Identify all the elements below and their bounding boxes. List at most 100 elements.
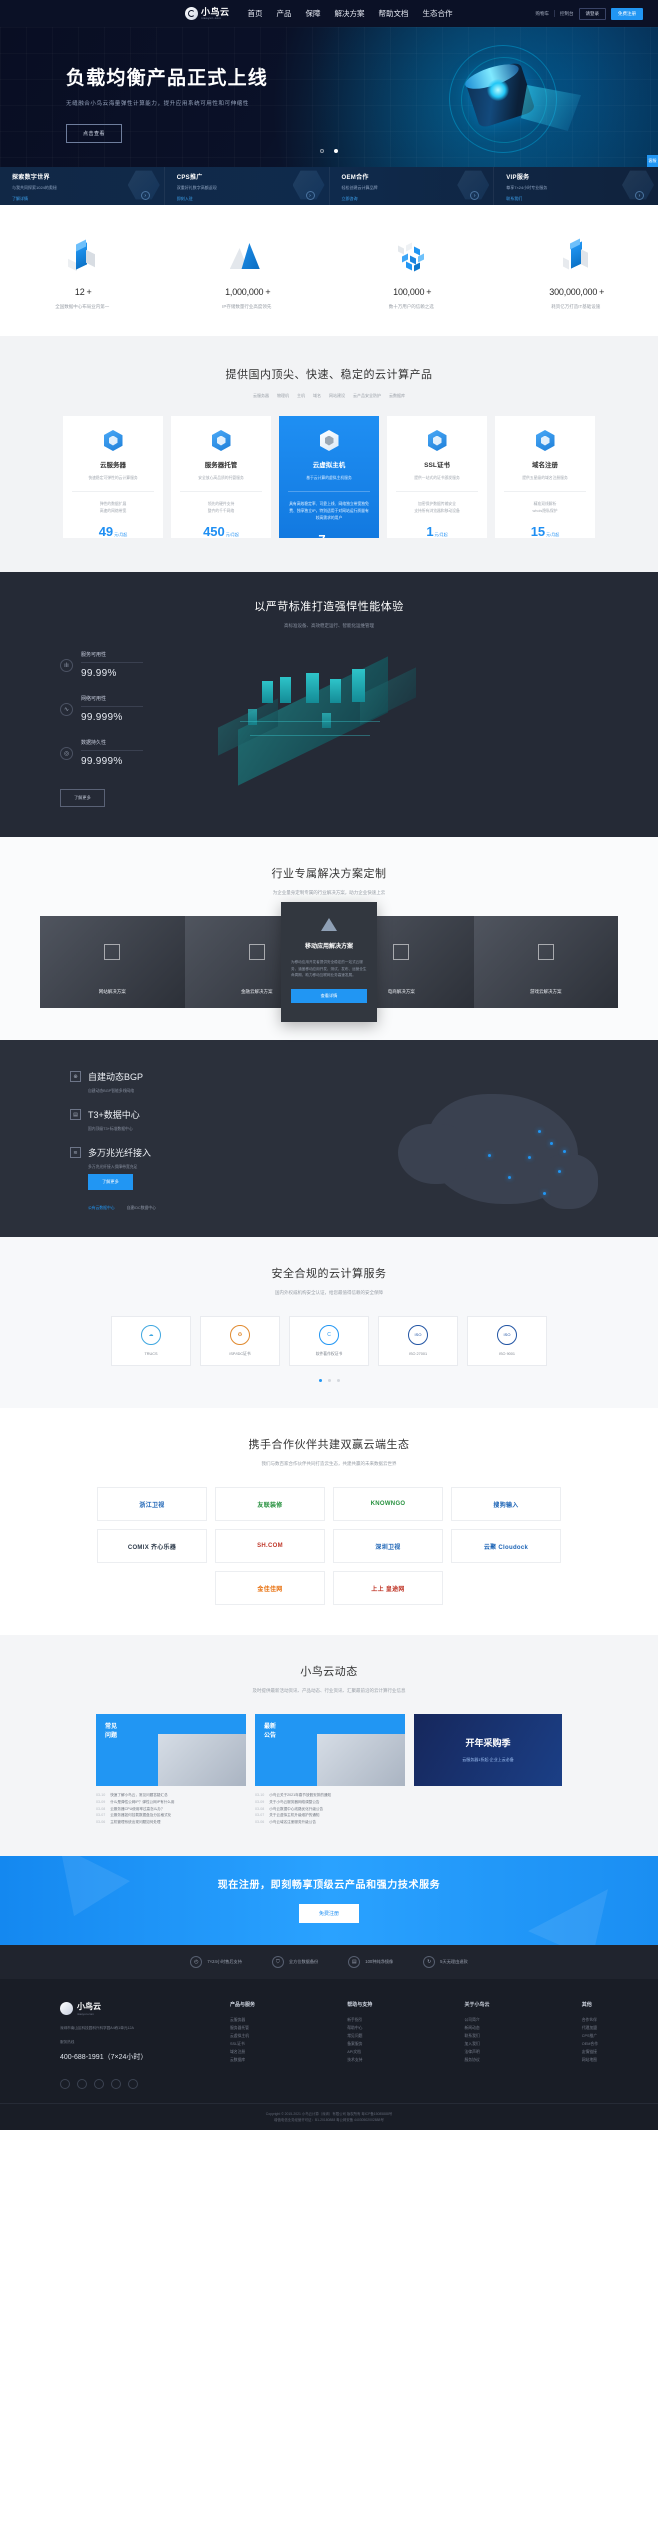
product-card-virtual-host[interactable]: 云虚拟主机 基于云计算的虚拟主机服务 具有高效稳定率、可靠上线、网络独立带宽独免… (279, 416, 379, 538)
filter-item[interactable]: 域名 (313, 393, 321, 399)
nav-item-home[interactable]: 首页 (248, 8, 263, 19)
news-list-item[interactable]: 03-07 关于云虚拟主机升级维护的通知 (255, 1812, 405, 1819)
network-tab-public[interactable]: 公有云数据中心 (88, 1206, 115, 1211)
footer-link[interactable]: 服务器托管 (230, 2025, 255, 2033)
register-button[interactable]: 免费注册 (611, 7, 643, 20)
news-list-item[interactable]: 03-07 云服务器如何挂载数据盘及分区格式化 (96, 1812, 246, 1819)
network-tab-idc[interactable]: 自建IDC数据中心 (127, 1206, 156, 1211)
cert-item[interactable]: ISO ISO 27001 (378, 1316, 458, 1366)
partner-logo[interactable]: 搜狗输入 (451, 1487, 561, 1521)
footer-link[interactable]: 新手指引 (347, 2017, 372, 2025)
site-logo[interactable]: 小鸟云 niaoyun.com (185, 7, 230, 20)
filter-item[interactable]: 云数据库 (389, 393, 405, 399)
footer-link[interactable]: 云服务器 (230, 2017, 255, 2025)
cta-register-button[interactable]: 免费注册 (298, 1904, 359, 1924)
cert-item[interactable]: ✪ ISP/IDC证书 (200, 1316, 280, 1366)
chevron-right-icon[interactable]: › (140, 191, 150, 200)
product-card-cloud-server[interactable]: 云服务器 快速稳定可弹性的云计算服务 弹性的数据扩展 高速的网络带宽 49元/月… (63, 416, 163, 538)
promo-card[interactable]: VIP服务 尊享7×24小时专业服务 联系我们 › (494, 167, 658, 205)
nav-item-products[interactable]: 产品 (277, 8, 292, 19)
solution-tile-website[interactable]: 网站解决方案 (40, 916, 185, 1008)
news-list-item[interactable]: 03-10 小鸟云关于2021年春节放假安排的通知 (255, 1792, 405, 1799)
cert-dot-1[interactable] (318, 1379, 322, 1382)
footer-link[interactable]: 代理加盟 (582, 2025, 598, 2033)
footer-link[interactable]: 网站地图 (582, 2057, 598, 2065)
promo-card[interactable]: CPS推广 双重好礼数字高额返现 即刻入驻 › (165, 167, 330, 205)
chevron-right-icon[interactable]: › (305, 191, 315, 200)
footer-link[interactable]: 法律声明 (465, 2049, 490, 2057)
news-card-announcements[interactable]: 最新 公告 (255, 1714, 405, 1786)
footer-link[interactable]: 备案服务 (347, 2041, 372, 2049)
solution-tile-game[interactable]: 游戏云解决方案 (473, 916, 618, 1008)
partner-logo[interactable]: SH.COM (215, 1529, 325, 1563)
network-more-button[interactable]: 了解更多 (88, 1174, 133, 1190)
footer-link[interactable]: CPS推广 (582, 2033, 598, 2041)
footer-link[interactable]: 合作伙伴 (582, 2017, 598, 2025)
footer-link[interactable]: OEM合作 (582, 2041, 598, 2049)
solution-featured-card[interactable]: 移动应用解决方案 为移动应用开发者提供安全稳定的一站式云服务，涵盖移动应用开发、… (281, 902, 377, 1022)
footer-link[interactable]: 新闻动态 (465, 2025, 490, 2033)
partner-logo[interactable]: 上上 皇途网 (333, 1571, 443, 1605)
footer-link[interactable]: 域名注册 (230, 2049, 255, 2057)
footer-logo[interactable]: 小鸟云 niaoyun.com (60, 2001, 210, 2016)
footer-link[interactable]: 云虚拟主机 (230, 2033, 255, 2041)
filter-item[interactable]: 物理机 (277, 393, 289, 399)
cert-item[interactable]: ☁ TRUCS (111, 1316, 191, 1366)
footer-link[interactable]: 常见问题 (347, 2033, 372, 2041)
qq-icon[interactable] (94, 2078, 104, 2089)
rss-icon[interactable] (128, 2078, 138, 2089)
hero-cta-button[interactable]: 点击查看 (66, 124, 123, 143)
product-card-domain[interactable]: 域名注册 提供五星级的域名注册服务 精准双线解析 whois隐私保护 15元/月… (495, 416, 595, 538)
news-list-item[interactable]: 03-09 关于小鸟云服务器网络调整公告 (255, 1799, 405, 1806)
nav-item-ecosystem[interactable]: 生态合作 (423, 8, 453, 19)
login-button[interactable]: 请登录 (578, 7, 606, 20)
promo-card[interactable]: 探索数字世界 与我共同探索1024的奥秘 了解详情 › (0, 167, 165, 205)
news-list-item[interactable]: 03-10 快速了解小鸟云，常见问题答疑汇总 (96, 1792, 246, 1799)
news-list-item[interactable]: 03-06 主机管理系统出现问题如何处理 (96, 1819, 246, 1826)
partner-logo[interactable]: 深圳卫视 (333, 1529, 443, 1563)
filter-item[interactable]: 云产品安全防护 (353, 393, 381, 399)
partner-logo[interactable]: 金佳佳网 (215, 1571, 325, 1605)
console-link[interactable]: 控制台 (560, 11, 574, 17)
news-list-item[interactable]: 03-09 什么是弹性公网IP？弹性公网IP有什么用 (96, 1799, 246, 1806)
news-list-item[interactable]: 03-08 小鸟云数据中心线路优化升级公告 (255, 1806, 405, 1813)
footer-link[interactable]: 云数据库 (230, 2057, 255, 2065)
solution-detail-button[interactable]: 查看详情 (291, 988, 367, 1003)
footer-link[interactable]: SSL证书 (230, 2041, 255, 2049)
chevron-right-icon[interactable]: › (635, 191, 644, 200)
cert-dot-3[interactable] (336, 1379, 340, 1382)
product-card-ssl[interactable]: SSL证书 提供一站式的证书颁发服务 加密保护数据传输安全 支持所有浏览器和移动… (387, 416, 487, 538)
wechat-icon[interactable] (77, 2078, 87, 2089)
carousel-dot-2[interactable] (334, 149, 338, 153)
footer-link[interactable]: 联系我们 (465, 2033, 490, 2041)
news-list-item[interactable]: 03-06 小鸟云域名注册服务升级公告 (255, 1819, 405, 1826)
cert-item[interactable]: ISO ISO 9001 (467, 1316, 547, 1366)
partner-logo[interactable]: KNOWNGO (333, 1487, 443, 1521)
email-icon[interactable] (111, 2078, 121, 2089)
partner-logo[interactable]: COMIX 齐心乐器 (97, 1529, 207, 1563)
partner-logo[interactable]: 浙江卫视 (97, 1487, 207, 1521)
partner-logo[interactable]: 友联装修 (215, 1487, 325, 1521)
footer-link[interactable]: 友情链接 (582, 2049, 598, 2057)
reliability-more-button[interactable]: 了解更多 (60, 789, 105, 807)
nav-item-guarantee[interactable]: 保障 (306, 8, 321, 19)
carousel-dot-1[interactable] (320, 149, 324, 153)
news-list-item[interactable]: 03-08 云服务器CPU使用率过高怎么办？ (96, 1806, 246, 1813)
cert-item[interactable]: C 软件著作权证书 (289, 1316, 369, 1366)
promo-card[interactable]: OEM合作 轻松创建云计算品牌 立即咨询 › (330, 167, 495, 205)
footer-link[interactable]: 公司简介 (465, 2017, 490, 2025)
footer-link[interactable]: API文档 (347, 2049, 372, 2057)
side-service-tab[interactable]: 客服 (647, 155, 658, 167)
cart-link[interactable]: 购物车 (536, 11, 550, 17)
weibo-icon[interactable] (60, 2078, 70, 2089)
partner-logo[interactable]: 云聚 Cloudock (451, 1529, 561, 1563)
cert-dot-2[interactable] (327, 1379, 331, 1382)
nav-item-solutions[interactable]: 解决方案 (335, 8, 365, 19)
footer-link[interactable]: 服务协议 (465, 2057, 490, 2065)
footer-link[interactable]: 帮助中心 (347, 2025, 372, 2033)
filter-item[interactable]: 主机 (297, 393, 305, 399)
footer-link[interactable]: 技术支持 (347, 2057, 372, 2065)
filter-item[interactable]: 网站建设 (329, 393, 345, 399)
news-card-faq[interactable]: 常见 问题 (96, 1714, 246, 1786)
filter-item[interactable]: 云服务器 (253, 393, 269, 399)
